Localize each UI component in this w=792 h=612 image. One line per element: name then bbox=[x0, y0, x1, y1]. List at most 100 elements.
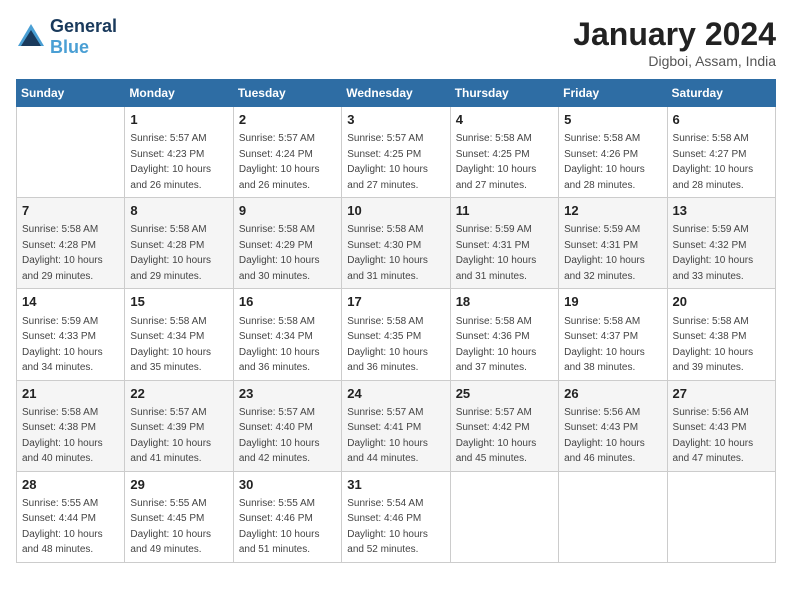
day-number: 10 bbox=[347, 202, 444, 220]
day-info: Sunrise: 5:58 AMSunset: 4:36 PMDaylight:… bbox=[456, 316, 537, 374]
day-number: 25 bbox=[456, 385, 553, 403]
calendar-cell: 5 Sunrise: 5:58 AMSunset: 4:26 PMDaylight… bbox=[559, 107, 667, 198]
day-info: Sunrise: 5:58 AMSunset: 4:30 PMDaylight:… bbox=[347, 224, 428, 282]
day-info: Sunrise: 5:57 AMSunset: 4:25 PMDaylight:… bbox=[347, 133, 428, 191]
location: Digboi, Assam, India bbox=[573, 53, 776, 69]
calendar-cell: 13Sunrise: 5:59 AMSunset: 4:32 PMDayligh… bbox=[667, 198, 775, 289]
column-header-saturday: Saturday bbox=[667, 80, 775, 107]
day-number: 17 bbox=[347, 293, 444, 311]
logo-text: General Blue bbox=[50, 16, 117, 58]
day-info: Sunrise: 5:58 AMSunset: 4:38 PMDaylight:… bbox=[673, 316, 754, 374]
day-info: Sunrise: 5:59 AMSunset: 4:33 PMDaylight:… bbox=[22, 316, 103, 374]
day-number: 29 bbox=[130, 476, 227, 494]
calendar-cell: 11 Sunrise: 5:59 AMSunset: 4:31 PMDayligh… bbox=[450, 198, 558, 289]
day-number: 2 bbox=[239, 111, 336, 129]
column-header-friday: Friday bbox=[559, 80, 667, 107]
day-info: Sunrise: 5:58 AMSunset: 4:25 PMDaylight:… bbox=[456, 133, 537, 191]
month-title: January 2024 bbox=[573, 16, 776, 53]
day-number: 30 bbox=[239, 476, 336, 494]
calendar-cell: 7Sunrise: 5:58 AMSunset: 4:28 PMDaylight… bbox=[17, 198, 125, 289]
calendar-cell: 4Sunrise: 5:58 AMSunset: 4:25 PMDaylight… bbox=[450, 107, 558, 198]
day-number: 20 bbox=[673, 293, 770, 311]
day-info: Sunrise: 5:58 AMSunset: 4:37 PMDaylight:… bbox=[564, 316, 645, 374]
day-number: 22 bbox=[130, 385, 227, 403]
calendar-cell: 19 Sunrise: 5:58 AMSunset: 4:37 PMDayligh… bbox=[559, 289, 667, 380]
day-info: Sunrise: 5:58 AMSunset: 4:35 PMDaylight:… bbox=[347, 316, 428, 374]
day-number: 15 bbox=[130, 293, 227, 311]
day-number: 31 bbox=[347, 476, 444, 494]
logo: General Blue bbox=[16, 16, 117, 58]
calendar-cell: 15 Sunrise: 5:58 AMSunset: 4:34 PMDayligh… bbox=[125, 289, 233, 380]
calendar-cell: 26 Sunrise: 5:56 AMSunset: 4:43 PMDayligh… bbox=[559, 380, 667, 471]
day-info: Sunrise: 5:57 AMSunset: 4:24 PMDaylight:… bbox=[239, 133, 320, 191]
day-info: Sunrise: 5:57 AMSunset: 4:39 PMDaylight:… bbox=[130, 407, 211, 465]
calendar-cell: 6 Sunrise: 5:58 AMSunset: 4:27 PMDaylight… bbox=[667, 107, 775, 198]
day-info: Sunrise: 5:58 AMSunset: 4:34 PMDaylight:… bbox=[130, 316, 211, 374]
day-number: 12 bbox=[564, 202, 661, 220]
day-number: 24 bbox=[347, 385, 444, 403]
day-number: 18 bbox=[456, 293, 553, 311]
calendar-cell: 29 Sunrise: 5:55 AMSunset: 4:45 PMDayligh… bbox=[125, 471, 233, 562]
calendar-cell: 3 Sunrise: 5:57 AMSunset: 4:25 PMDaylight… bbox=[342, 107, 450, 198]
day-info: Sunrise: 5:57 AMSunset: 4:42 PMDaylight:… bbox=[456, 407, 537, 465]
day-number: 27 bbox=[673, 385, 770, 403]
day-number: 3 bbox=[347, 111, 444, 129]
day-number: 11 bbox=[456, 202, 553, 220]
calendar-week-row: 21Sunrise: 5:58 AMSunset: 4:38 PMDayligh… bbox=[17, 380, 776, 471]
column-header-sunday: Sunday bbox=[17, 80, 125, 107]
calendar-cell: 24 Sunrise: 5:57 AMSunset: 4:41 PMDayligh… bbox=[342, 380, 450, 471]
calendar-cell: 20 Sunrise: 5:58 AMSunset: 4:38 PMDayligh… bbox=[667, 289, 775, 380]
calendar-cell: 9 Sunrise: 5:58 AMSunset: 4:29 PMDaylight… bbox=[233, 198, 341, 289]
calendar-cell: 14 Sunrise: 5:59 AMSunset: 4:33 PMDayligh… bbox=[17, 289, 125, 380]
day-info: Sunrise: 5:59 AMSunset: 4:31 PMDaylight:… bbox=[456, 224, 537, 282]
calendar-cell bbox=[667, 471, 775, 562]
calendar-cell bbox=[17, 107, 125, 198]
calendar-cell: 30Sunrise: 5:55 AMSunset: 4:46 PMDayligh… bbox=[233, 471, 341, 562]
day-number: 19 bbox=[564, 293, 661, 311]
day-info: Sunrise: 5:58 AMSunset: 4:34 PMDaylight:… bbox=[239, 316, 320, 374]
day-info: Sunrise: 5:59 AMSunset: 4:31 PMDaylight:… bbox=[564, 224, 645, 282]
calendar-cell: 10 Sunrise: 5:58 AMSunset: 4:30 PMDayligh… bbox=[342, 198, 450, 289]
day-info: Sunrise: 5:57 AMSunset: 4:23 PMDaylight:… bbox=[130, 133, 211, 191]
calendar-cell bbox=[450, 471, 558, 562]
calendar-cell bbox=[559, 471, 667, 562]
day-number: 23 bbox=[239, 385, 336, 403]
day-number: 5 bbox=[564, 111, 661, 129]
day-info: Sunrise: 5:56 AMSunset: 4:43 PMDaylight:… bbox=[564, 407, 645, 465]
calendar-header-row: SundayMondayTuesdayWednesdayThursdayFrid… bbox=[17, 80, 776, 107]
day-number: 13 bbox=[673, 202, 770, 220]
calendar-cell: 23Sunrise: 5:57 AMSunset: 4:40 PMDayligh… bbox=[233, 380, 341, 471]
day-number: 16 bbox=[239, 293, 336, 311]
day-info: Sunrise: 5:55 AMSunset: 4:45 PMDaylight:… bbox=[130, 498, 211, 556]
day-info: Sunrise: 5:58 AMSunset: 4:29 PMDaylight:… bbox=[239, 224, 320, 282]
day-info: Sunrise: 5:58 AMSunset: 4:27 PMDaylight:… bbox=[673, 133, 754, 191]
day-number: 6 bbox=[673, 111, 770, 129]
day-info: Sunrise: 5:58 AMSunset: 4:26 PMDaylight:… bbox=[564, 133, 645, 191]
column-header-thursday: Thursday bbox=[450, 80, 558, 107]
day-number: 26 bbox=[564, 385, 661, 403]
page-header: General Blue January 2024 Digboi, Assam,… bbox=[16, 16, 776, 69]
column-header-wednesday: Wednesday bbox=[342, 80, 450, 107]
calendar-cell: 27 Sunrise: 5:56 AMSunset: 4:43 PMDayligh… bbox=[667, 380, 775, 471]
title-block: January 2024 Digboi, Assam, India bbox=[573, 16, 776, 69]
calendar-cell: 21Sunrise: 5:58 AMSunset: 4:38 PMDayligh… bbox=[17, 380, 125, 471]
day-number: 9 bbox=[239, 202, 336, 220]
day-info: Sunrise: 5:55 AMSunset: 4:44 PMDaylight:… bbox=[22, 498, 103, 556]
day-number: 28 bbox=[22, 476, 119, 494]
calendar-table: SundayMondayTuesdayWednesdayThursdayFrid… bbox=[16, 79, 776, 563]
calendar-cell: 16 Sunrise: 5:58 AMSunset: 4:34 PMDayligh… bbox=[233, 289, 341, 380]
calendar-week-row: 28 Sunrise: 5:55 AMSunset: 4:44 PMDayligh… bbox=[17, 471, 776, 562]
calendar-week-row: 1Sunrise: 5:57 AMSunset: 4:23 PMDaylight… bbox=[17, 107, 776, 198]
logo-icon bbox=[16, 22, 46, 52]
day-info: Sunrise: 5:54 AMSunset: 4:46 PMDaylight:… bbox=[347, 498, 428, 556]
calendar-cell: 12 Sunrise: 5:59 AMSunset: 4:31 PMDayligh… bbox=[559, 198, 667, 289]
column-header-tuesday: Tuesday bbox=[233, 80, 341, 107]
day-number: 14 bbox=[22, 293, 119, 311]
calendar-cell: 31 Sunrise: 5:54 AMSunset: 4:46 PMDayligh… bbox=[342, 471, 450, 562]
day-info: Sunrise: 5:57 AMSunset: 4:41 PMDaylight:… bbox=[347, 407, 428, 465]
calendar-cell: 22 Sunrise: 5:57 AMSunset: 4:39 PMDayligh… bbox=[125, 380, 233, 471]
calendar-cell: 28 Sunrise: 5:55 AMSunset: 4:44 PMDayligh… bbox=[17, 471, 125, 562]
calendar-week-row: 7Sunrise: 5:58 AMSunset: 4:28 PMDaylight… bbox=[17, 198, 776, 289]
day-info: Sunrise: 5:56 AMSunset: 4:43 PMDaylight:… bbox=[673, 407, 754, 465]
day-number: 7 bbox=[22, 202, 119, 220]
